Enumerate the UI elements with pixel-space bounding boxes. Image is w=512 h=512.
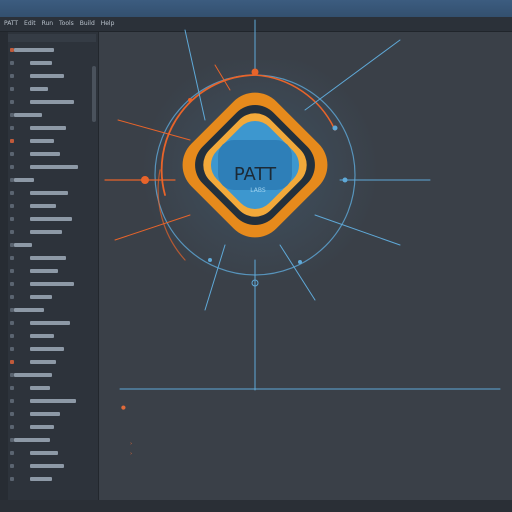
- ray-top-left: [184, 29, 206, 121]
- log-bullet-icon: ›: [130, 451, 133, 457]
- status-bar: [0, 500, 512, 512]
- logo-illustration: PATT LABS: [104, 19, 501, 391]
- node-bottom-left: [208, 258, 212, 262]
- node-top: [251, 68, 259, 76]
- log-bullet-icon: ›: [130, 441, 133, 447]
- node-upper-left: [188, 98, 192, 102]
- log-line: ›: [130, 451, 132, 457]
- ray-lower-right: [314, 214, 401, 246]
- log-line: ›: [130, 441, 132, 447]
- ray-bottom-left: [204, 244, 226, 311]
- logo-title: PATT: [234, 164, 277, 185]
- ray-upper-left-orange: [117, 119, 191, 141]
- node-right-upper: [332, 125, 338, 131]
- node-left: [141, 176, 149, 184]
- ray-upper-orange: [214, 64, 231, 91]
- status-caption: ●: [115, 405, 126, 411]
- ray-lower-left-orange: [114, 214, 191, 241]
- ray-bottom-right: [279, 244, 316, 301]
- node-right: [342, 177, 348, 183]
- caption-marker-icon: ●: [121, 405, 126, 411]
- ray-top-right: [304, 39, 401, 111]
- logo-subtitle: LABS: [250, 187, 266, 194]
- node-bottom-right: [298, 260, 302, 264]
